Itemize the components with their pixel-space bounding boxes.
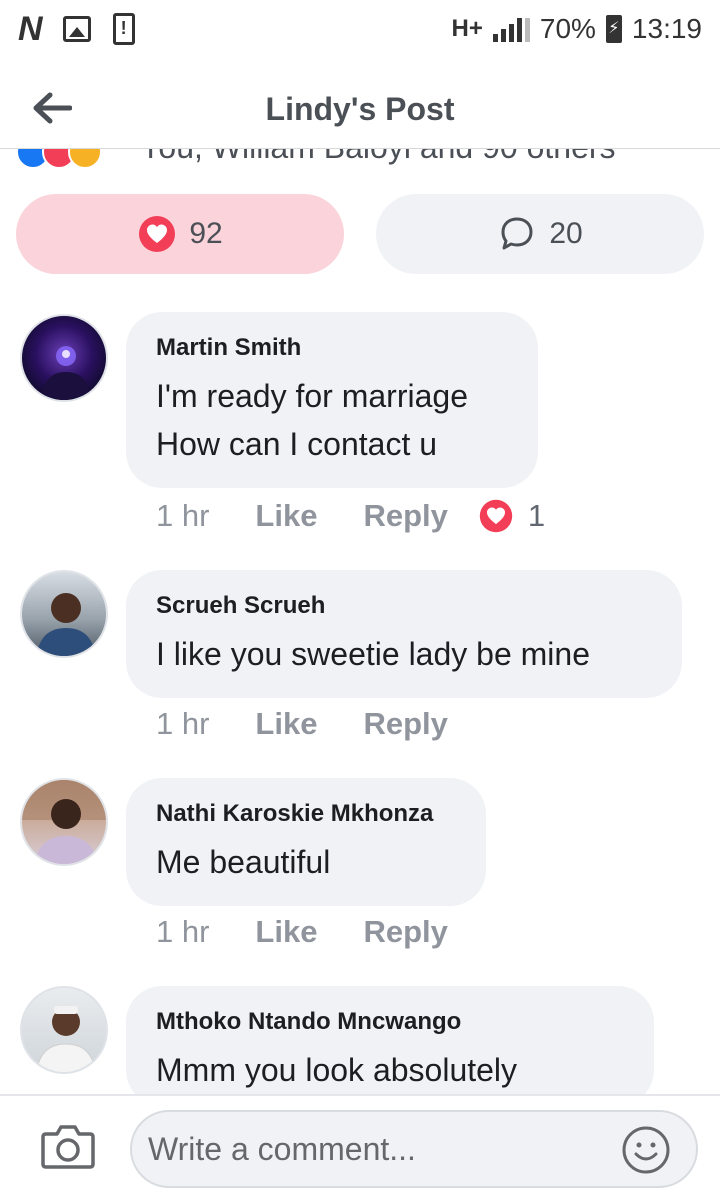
status-left-icons: N ! <box>18 10 135 49</box>
reaction-icons <box>16 149 102 169</box>
camera-button[interactable] <box>40 1122 96 1170</box>
comment-meta: 1 hr Like Reply <box>156 914 448 950</box>
smiley-icon <box>622 1126 670 1174</box>
comment-time[interactable]: 1 hr <box>156 914 209 950</box>
avatar[interactable] <box>20 314 108 402</box>
comment-time[interactable]: 1 hr <box>156 498 209 534</box>
avatar-image <box>36 1006 96 1072</box>
emoji-button[interactable] <box>620 1124 672 1176</box>
love-reactions-button[interactable]: 92 <box>16 194 344 274</box>
status-right: H+ 70% ⚡ 13:19 <box>452 13 702 45</box>
page-title: Lindy's Post <box>265 90 455 127</box>
like-button[interactable]: Like <box>255 914 317 950</box>
comment-bubble[interactable]: Martin Smith I'm ready for marriage How … <box>126 312 538 488</box>
battery-percent: 70% <box>539 13 596 44</box>
comment-meta: 1 hr Like Reply 1 <box>156 498 545 534</box>
comment-text: I like you sweetie lady be mine <box>156 636 590 672</box>
image-icon <box>62 16 91 42</box>
haha-reaction-icon <box>68 149 102 169</box>
comment-text: Me beautiful <box>156 844 331 880</box>
love-count: 92 <box>189 217 223 250</box>
avatar[interactable] <box>20 778 108 866</box>
back-arrow-icon <box>33 92 72 124</box>
comment-author[interactable]: Mthoko Ntando Mncwango <box>156 1008 624 1036</box>
comment-composer <box>0 1094 720 1200</box>
clock: 13:19 <box>631 13 702 44</box>
signal-icon <box>492 16 530 42</box>
avatar-image <box>22 780 106 864</box>
status-bar: N ! H+ 70% ⚡ 13:19 <box>0 0 720 58</box>
comment-bubble[interactable]: Scrueh Scrueh I like you sweetie lady be… <box>126 570 682 698</box>
comment-bubble[interactable]: Mthoko Ntando Mncwango Mmm you look abso… <box>126 986 654 1106</box>
like-button[interactable]: Like <box>255 706 317 742</box>
reply-button[interactable]: Reply <box>363 706 447 742</box>
comment-input[interactable] <box>130 1110 698 1188</box>
comment-author[interactable]: Nathi Karoskie Mkhonza <box>156 800 456 828</box>
comment-reactions[interactable]: 1 <box>478 498 545 534</box>
like-button[interactable]: Like <box>255 498 317 534</box>
comment-text: Mmm you look absolutely <box>156 1052 518 1088</box>
network-type: H+ <box>451 15 483 42</box>
alert-icon: ! <box>112 13 135 45</box>
reply-button[interactable]: Reply <box>363 914 447 950</box>
avatar[interactable] <box>20 570 108 658</box>
comment-text: I'm ready for marriage How can I contact… <box>156 378 468 462</box>
avatar-image <box>36 593 96 656</box>
reactions-summary[interactable]: You, William Baloyi and 90 others <box>0 148 720 176</box>
reactions-summary-text: You, William Baloyi and 90 others <box>140 149 616 166</box>
back-button[interactable] <box>30 86 74 130</box>
comment-bubble[interactable]: Nathi Karoskie Mkhonza Me beautiful <box>126 778 486 906</box>
heart-icon <box>139 216 176 252</box>
battery-icon: ⚡ <box>605 15 622 43</box>
comment-icon <box>501 217 533 250</box>
comments-button[interactable]: 20 <box>376 194 704 274</box>
comment-time[interactable]: 1 hr <box>156 706 209 742</box>
avatar-image <box>40 346 92 400</box>
avatar[interactable] <box>20 986 108 1074</box>
reply-button[interactable]: Reply <box>363 498 447 534</box>
comment-reaction-count: 1 <box>527 498 546 533</box>
camera-icon <box>41 1125 95 1169</box>
n-icon: N <box>18 9 43 48</box>
comment-author[interactable]: Martin Smith <box>156 334 508 362</box>
comment-count: 20 <box>549 217 583 250</box>
comment-author[interactable]: Scrueh Scrueh <box>156 592 652 620</box>
heart-icon <box>479 499 513 533</box>
post-header: Lindy's Post <box>0 58 720 160</box>
comment-meta: 1 hr Like Reply <box>156 706 448 742</box>
